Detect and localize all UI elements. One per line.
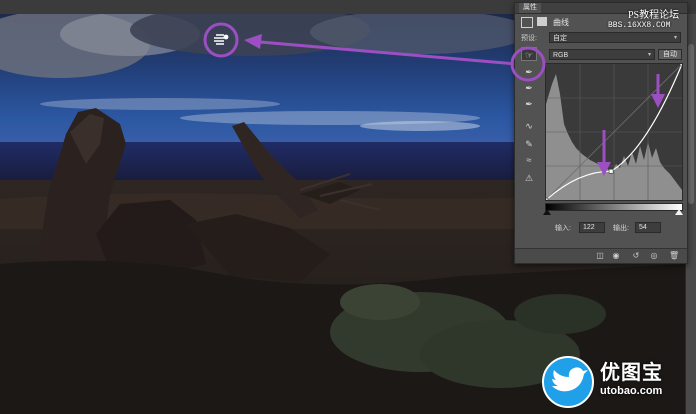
- curves-graph-svg: [546, 64, 682, 200]
- smooth-curve-icon[interactable]: ≈: [521, 153, 537, 167]
- curve-point[interactable]: [546, 197, 549, 200]
- sample-black-eyedropper-icon[interactable]: ✒: [521, 65, 537, 79]
- tab-properties[interactable]: 属性: [519, 3, 541, 13]
- reset-icon[interactable]: ↺: [631, 251, 641, 260]
- panel-footer: ◫ ◉ ↺ ◎ 🗑: [515, 248, 687, 263]
- photoshop-window: 属性 曲线 预设: 自定 ▾ RGB ▾ 自动 ☞ ✒ ✒ ✒ ∿ ✎ ≈ ⚠: [0, 0, 696, 414]
- curve-point[interactable]: [608, 168, 614, 174]
- chevron-down-icon: ▾: [673, 35, 677, 41]
- channel-value: RGB: [553, 52, 569, 59]
- visibility-icon[interactable]: ◎: [649, 251, 659, 260]
- layer-mask-icon[interactable]: [537, 17, 547, 26]
- output-field[interactable]: 54: [635, 222, 661, 233]
- black-point-slider[interactable]: [543, 209, 551, 215]
- preset-label: 预设:: [521, 35, 537, 42]
- view-previous-icon[interactable]: ◉: [611, 251, 621, 260]
- input-label: 输入:: [555, 225, 571, 232]
- tone-gradient-bar: [545, 203, 683, 211]
- logo-chinese-text: 优图宝: [600, 362, 663, 384]
- curves-adjustment-icon[interactable]: [521, 17, 533, 28]
- trash-icon[interactable]: 🗑: [669, 251, 679, 260]
- pencil-draw-icon[interactable]: ✎: [521, 137, 537, 151]
- targeted-adjust-icon[interactable]: ☞: [521, 47, 537, 61]
- curve-point[interactable]: [679, 64, 682, 67]
- curves-tool-column: ☞ ✒ ✒ ✒ ∿ ✎ ≈ ⚠: [519, 47, 541, 187]
- curve-edit-points-icon[interactable]: ∿: [521, 119, 537, 133]
- histogram-warning-icon[interactable]: ⚠: [521, 171, 537, 185]
- watermark-site-name: PS教程论坛: [628, 10, 680, 21]
- input-field[interactable]: 122: [579, 222, 605, 233]
- preset-value: 自定: [553, 35, 567, 42]
- clip-to-layer-icon[interactable]: ◫: [595, 251, 605, 260]
- watermark-site-url: BBS.16XX8.COM: [608, 21, 671, 30]
- utobao-logo: 优图宝 utobao.com: [540, 354, 690, 410]
- white-point-slider[interactable]: [675, 209, 683, 215]
- curves-graph[interactable]: [545, 63, 683, 201]
- properties-panel: 属性 曲线 预设: 自定 ▾ RGB ▾ 自动 ☞ ✒ ✒ ✒ ∿ ✎ ≈ ⚠: [514, 2, 688, 264]
- sample-gray-eyedropper-icon[interactable]: ✒: [521, 81, 537, 95]
- channel-dropdown[interactable]: RGB ▾: [549, 49, 655, 60]
- panel-title: 曲线: [553, 18, 569, 27]
- auto-button[interactable]: 自动: [658, 49, 682, 60]
- sample-white-eyedropper-icon[interactable]: ✒: [521, 97, 537, 111]
- input-output-row: 输入: 122 输出: 54: [515, 221, 687, 235]
- preset-dropdown[interactable]: 自定 ▾: [549, 32, 681, 43]
- logo-english-text: utobao.com: [600, 385, 663, 397]
- output-label: 输出:: [613, 225, 629, 232]
- chevron-down-icon: ▾: [647, 52, 651, 58]
- bird-logo-icon: [542, 356, 594, 408]
